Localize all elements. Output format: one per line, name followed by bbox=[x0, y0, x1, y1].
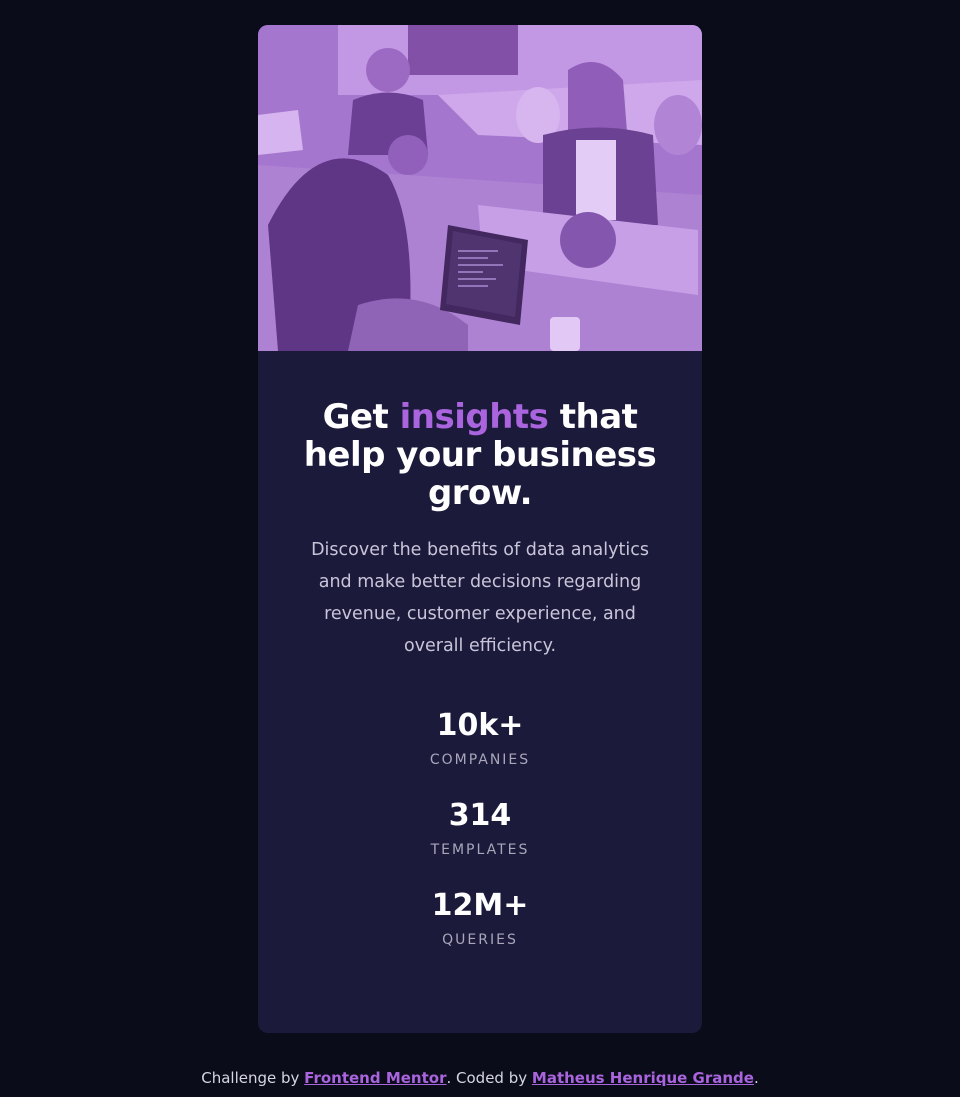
headline-accent: insights bbox=[399, 397, 549, 437]
stats-preview-card: Get insights that help your business gro… bbox=[258, 25, 702, 1033]
stat-label: COMPANIES bbox=[429, 752, 531, 768]
headline: Get insights that help your business gro… bbox=[294, 398, 666, 512]
footer-prefix: Challenge by bbox=[201, 1069, 305, 1087]
stat-companies: 10k+ COMPANIES bbox=[294, 708, 666, 770]
office-photo bbox=[258, 25, 702, 351]
footer-middle: . Coded by bbox=[446, 1069, 532, 1087]
description: Discover the benefits of data analytics … bbox=[311, 540, 649, 656]
headline-start: Get bbox=[322, 397, 400, 437]
hero-image bbox=[258, 25, 702, 351]
stat-value: 12M+ bbox=[431, 888, 529, 923]
stat-label: QUERIES bbox=[442, 932, 518, 948]
frontend-mentor-link[interactable]: Frontend Mentor bbox=[304, 1069, 446, 1087]
stats-list: 10k+ COMPANIES 314 TEMPLATES 12M+ QUERIE… bbox=[294, 708, 666, 950]
stat-label: TEMPLATES bbox=[430, 842, 530, 858]
stat-templates: 314 TEMPLATES bbox=[294, 798, 666, 860]
author-link[interactable]: Matheus Henrique Grande bbox=[532, 1069, 754, 1087]
stat-queries: 12M+ QUERIES bbox=[294, 888, 666, 950]
card-content: Get insights that help your business gro… bbox=[258, 398, 702, 950]
attribution-footer: Challenge by Frontend Mentor. Coded by M… bbox=[0, 1068, 960, 1088]
footer-suffix: . bbox=[753, 1069, 759, 1087]
stat-value: 10k+ bbox=[436, 708, 524, 743]
stat-value: 314 bbox=[448, 798, 512, 833]
